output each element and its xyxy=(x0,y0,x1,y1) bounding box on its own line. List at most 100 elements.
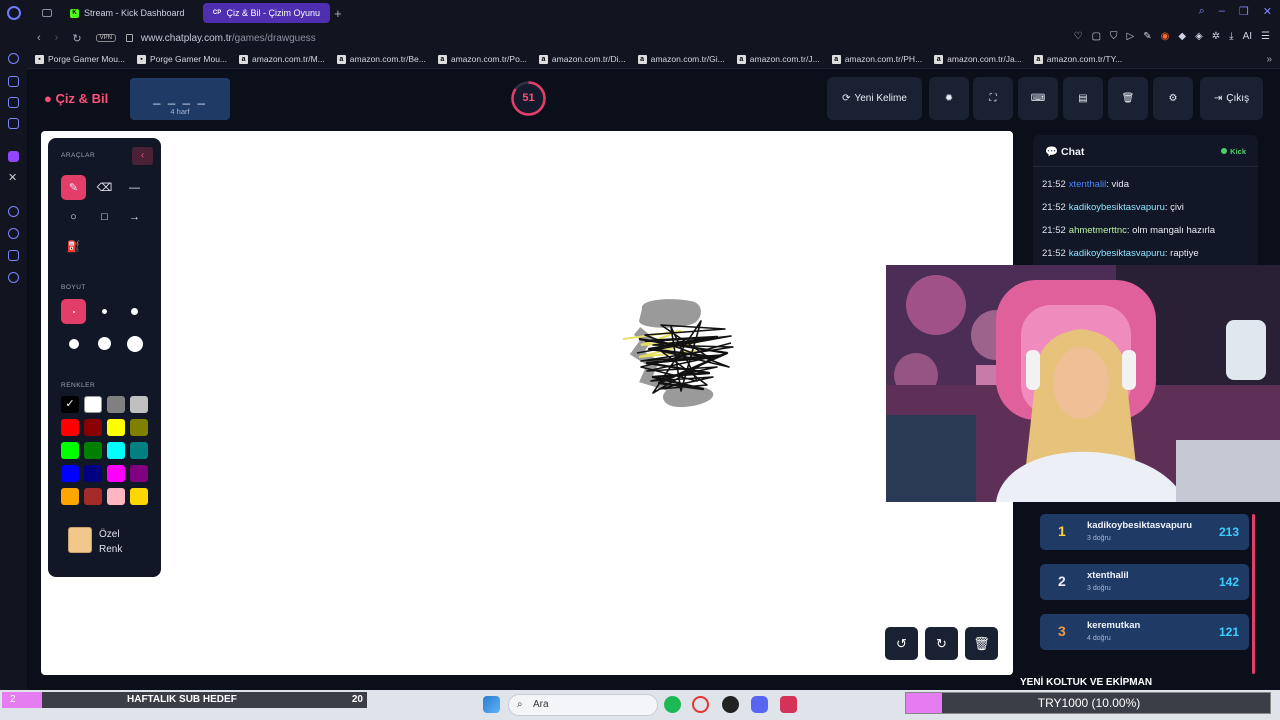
leaderboard-scrollbar[interactable] xyxy=(1252,514,1255,674)
undo-button[interactable]: ↺ xyxy=(885,627,918,660)
size-option-5[interactable] xyxy=(92,331,117,356)
tab-ciz-bil[interactable]: CP Çiz & Bil - Çizim Oyunu xyxy=(202,3,331,23)
bookmark-item[interactable]: a amazon.com.tr/Po... xyxy=(437,54,527,64)
color-swatch[interactable] xyxy=(84,419,102,436)
color-swatch[interactable] xyxy=(130,442,148,459)
color-swatch[interactable] xyxy=(130,396,148,413)
color-swatch[interactable] xyxy=(61,465,79,482)
maximize-icon[interactable]: ❐ xyxy=(1239,5,1249,18)
clear-canvas-button[interactable]: 🗑 xyxy=(965,627,998,660)
new-tab-icon[interactable]: + xyxy=(334,6,342,21)
bookmark-item[interactable]: a amazon.com.tr/TY... xyxy=(1033,54,1122,64)
obs-icon[interactable] xyxy=(722,696,739,713)
color-swatch[interactable] xyxy=(130,488,148,505)
new-word-button[interactable]: ⟳ Yeni Kelime xyxy=(827,77,922,120)
ai-button[interactable]: AI xyxy=(1243,31,1252,42)
fullscreen-button[interactable]: ⛶ xyxy=(973,77,1013,120)
twitch-icon[interactable] xyxy=(8,151,19,162)
puzzle-icon[interactable]: ✲ xyxy=(1212,31,1220,42)
opera-logo-icon[interactable] xyxy=(7,6,21,20)
trash-button[interactable]: 🗑 xyxy=(1108,77,1148,120)
messenger-icon[interactable] xyxy=(8,97,19,108)
extensions-icon[interactable] xyxy=(8,250,19,261)
history-icon[interactable] xyxy=(8,228,19,239)
size-option-1[interactable] xyxy=(61,299,86,324)
snapshot-icon[interactable]: ▢ xyxy=(1092,31,1101,42)
bookmark-item[interactable]: a amazon.com.tr/Di... xyxy=(538,54,626,64)
color-swatch[interactable] xyxy=(61,488,79,505)
bookmark-item[interactable]: a amazon.com.tr/Gi... xyxy=(637,54,725,64)
taskbar-search[interactable]: ⌕ Ara xyxy=(508,694,658,716)
size-option-4[interactable] xyxy=(61,331,86,356)
eraser-tool[interactable]: ⌫ xyxy=(92,175,117,200)
bookmark-item[interactable]: a amazon.com.tr/Ja... xyxy=(934,54,1022,64)
color-swatch[interactable] xyxy=(107,442,125,459)
url-field[interactable]: www.chatplay.com.tr/games/drawguess xyxy=(141,33,316,44)
theme-button[interactable]: ✹ xyxy=(929,77,969,120)
forward-icon[interactable]: › xyxy=(55,32,59,44)
color-swatch[interactable] xyxy=(107,488,125,505)
m-icon[interactable] xyxy=(8,118,19,129)
exit-button[interactable]: ⇥ Çıkış xyxy=(1200,77,1263,120)
discord-icon[interactable] xyxy=(751,696,768,713)
size-option-3[interactable] xyxy=(122,299,147,324)
keyboard-button[interactable]: ⌨ xyxy=(1018,77,1058,120)
circle-tool[interactable]: ○ xyxy=(61,204,86,229)
custom-color-swatch[interactable] xyxy=(68,527,92,553)
color-swatch[interactable] xyxy=(107,396,125,413)
windows-start-icon[interactable] xyxy=(483,696,500,713)
close-window-icon[interactable]: ✕ xyxy=(1263,5,1272,18)
color-swatch[interactable] xyxy=(84,488,102,505)
tab-island-icon[interactable] xyxy=(42,9,52,17)
drawing-canvas[interactable] xyxy=(41,131,1013,675)
color-swatch[interactable] xyxy=(84,396,102,413)
redo-button[interactable]: ↻ xyxy=(925,627,958,660)
extension-icon[interactable]: ◈ xyxy=(1195,31,1203,42)
opera-taskbar-icon[interactable] xyxy=(692,696,709,713)
minimize-icon[interactable]: – xyxy=(1219,5,1225,18)
vpn-badge[interactable]: VPN xyxy=(95,34,116,42)
bookmark-item[interactable]: a amazon.com.tr/PH... xyxy=(831,54,922,64)
lock-icon[interactable] xyxy=(125,34,133,42)
color-swatch[interactable] xyxy=(61,442,79,459)
bookmark-item[interactable]: ▪ Porge Gamer Mou... xyxy=(137,54,227,64)
line-tool[interactable]: — xyxy=(122,175,147,200)
color-swatch[interactable] xyxy=(130,419,148,436)
color-swatch[interactable] xyxy=(107,465,125,482)
bookmark-item[interactable]: ▪ Porge Gamer Mou... xyxy=(35,54,125,64)
more-bookmarks-icon[interactable]: » xyxy=(1266,54,1272,65)
extension-icon[interactable]: ✎ xyxy=(1143,31,1151,42)
search-tabs-icon[interactable]: ⌕ xyxy=(1199,5,1205,18)
color-swatch[interactable] xyxy=(84,442,102,459)
x-icon[interactable]: ✕ xyxy=(8,173,19,184)
app-icon[interactable] xyxy=(780,696,797,713)
settings-button[interactable]: ⚙ xyxy=(1153,77,1193,120)
bookmark-item[interactable]: a amazon.com.tr/Be... xyxy=(336,54,426,64)
collapse-panel-button[interactable]: ‹ xyxy=(132,147,153,165)
bookmark-item[interactable]: a amazon.com.tr/J... xyxy=(736,54,820,64)
bookmark-item[interactable]: a amazon.com.tr/M... xyxy=(239,54,325,64)
back-icon[interactable]: ‹ xyxy=(37,32,41,44)
brush-tool[interactable]: ✎ xyxy=(61,175,86,200)
reload-icon[interactable]: ↻ xyxy=(72,32,81,45)
tab-kick-dashboard[interactable]: K Stream - Kick Dashboard xyxy=(60,3,195,23)
color-swatch[interactable] xyxy=(130,465,148,482)
size-option-6[interactable] xyxy=(122,331,147,356)
color-swatch[interactable] xyxy=(61,419,79,436)
play-icon[interactable]: ▷ xyxy=(1127,31,1135,42)
download-icon[interactable]: ⤓ xyxy=(1229,31,1233,42)
color-swatch[interactable] xyxy=(84,465,102,482)
aria-icon[interactable] xyxy=(8,53,19,64)
size-option-2[interactable] xyxy=(92,299,117,324)
player-icon[interactable] xyxy=(8,206,19,217)
menu-icon[interactable]: ☰ xyxy=(1261,31,1270,42)
bookmark-icon[interactable]: ♡ xyxy=(1074,31,1083,42)
fill-tool[interactable]: ⛽ xyxy=(61,234,86,259)
archive-button[interactable]: ▤ xyxy=(1063,77,1103,120)
shield-icon[interactable]: ⛉ xyxy=(1110,31,1118,42)
spotify-icon[interactable] xyxy=(664,696,681,713)
extension-icon[interactable]: ◆ xyxy=(1178,31,1186,42)
color-swatch[interactable] xyxy=(107,419,125,436)
settings-icon[interactable] xyxy=(8,272,19,283)
workspace-icon[interactable] xyxy=(8,76,19,87)
